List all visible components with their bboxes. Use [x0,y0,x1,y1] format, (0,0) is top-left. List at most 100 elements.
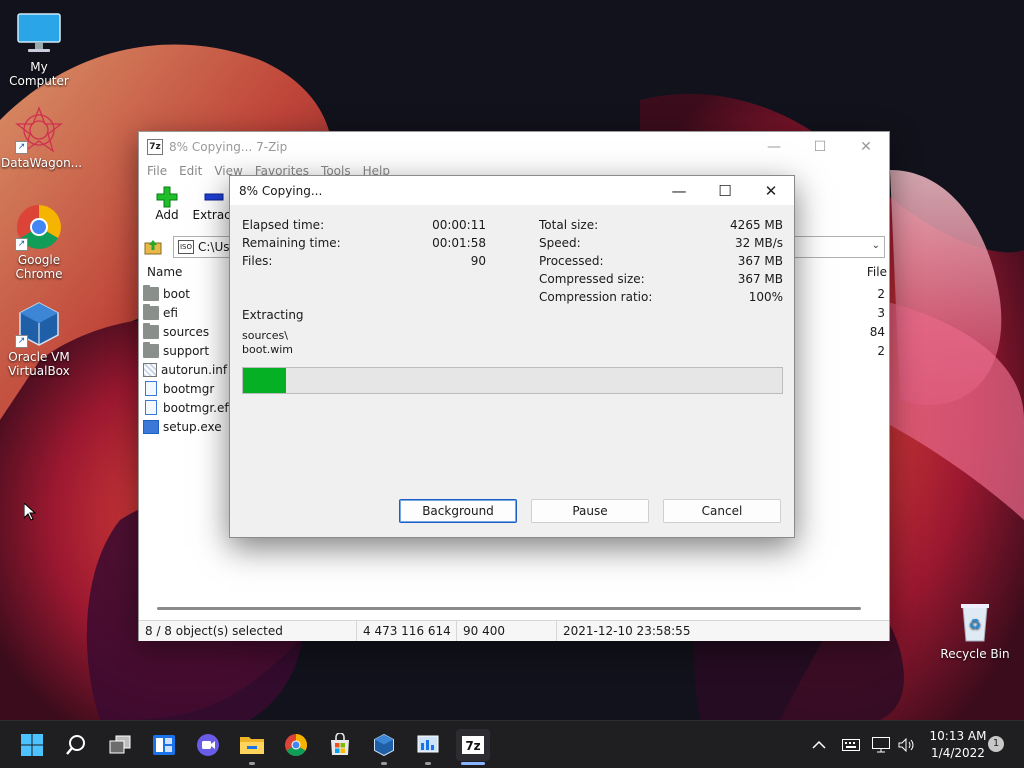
file-name: boot [163,286,191,301]
operation-label: Extracting [242,308,304,322]
remaining-label: Remaining time: [242,236,341,250]
cancel-button[interactable]: Cancel [663,499,781,523]
folder-up-icon[interactable] [143,237,163,257]
shortcut-arrow-icon: ↗ [15,335,28,348]
virtualbox-taskbar-button[interactable] [368,729,400,765]
file-name: autorun.inf [161,362,228,377]
running-indicator [381,762,387,765]
notification-badge[interactable]: 1 [988,736,1004,752]
show-hidden-icons-button[interactable] [812,721,826,768]
desktop-icon-my-computer[interactable]: My Computer [1,10,77,88]
network-icon [872,737,890,753]
background-button[interactable]: Background [399,499,517,523]
plus-icon [156,186,178,208]
current-path: sources\ [242,329,288,342]
speed-value: 32 MB/s [735,236,783,250]
current-file: sources\ boot.wim [242,329,293,357]
keyboard-button[interactable] [842,721,860,768]
processed-label: Processed: [539,254,604,268]
control-panel-icon [417,735,439,753]
elapsed-value: 00:00:11 [432,218,486,232]
running-indicator [425,762,431,765]
time-stats: Elapsed time: 00:00:11 Remaining time: 00:… [242,216,486,270]
datawagon-taskbar-button[interactable] [412,729,444,765]
chevron-down-icon[interactable]: ⌄ [872,240,880,251]
column-files[interactable]: File [867,265,887,279]
settings-file-icon [143,362,157,377]
status-bar: 8 / 8 object(s) selected 4 473 116 614 9… [139,620,889,641]
desktop-icon-label: Google Chrome [15,253,63,281]
dialog-close-button[interactable]: ✕ [748,176,794,205]
drive-icon: ISO [178,240,194,254]
minimize-button[interactable]: — [751,132,797,161]
svg-text:7z: 7z [465,739,480,753]
recycle-bin-icon: ♻ [951,597,999,645]
clock-time: 10:13 AM [929,729,987,743]
current-filename: boot.wim [242,343,294,356]
7zip-taskbar-button[interactable]: 7z [456,729,490,765]
pause-button[interactable]: Pause [531,499,649,523]
file-count: 2 [877,286,885,301]
file-name: bootmgr [163,381,215,396]
svg-text:♻: ♻ [969,617,982,633]
files-label: Files: [242,254,273,268]
file-icon [145,381,157,396]
file-name: sources [163,324,210,339]
dialog-titlebar[interactable]: 8% Copying... — ☐ ✕ [230,176,794,205]
maximize-button[interactable]: ☐ [797,132,843,161]
compressed-size-value: 367 MB [737,272,783,286]
file-name: bootmgr.efi [163,400,232,415]
dialog-minimize-button[interactable]: — [656,176,702,205]
desktop-icon-recycle-bin[interactable]: ♻ Recycle Bin [937,597,1013,661]
chat-button[interactable] [192,729,224,761]
compression-ratio-label: Compression ratio: [539,290,653,304]
store-icon [331,733,349,755]
file-count: 2 [877,343,885,358]
7zip-icon: 7z [462,736,484,754]
files-value: 90 [470,254,486,268]
keyboard-icon [842,739,860,751]
file-name: setup.exe [163,419,222,434]
folder-icon [143,341,159,358]
clock-date: 1/4/2022 [931,746,985,760]
desktop-icon-label: My Computer [9,60,69,88]
task-view-button[interactable] [104,729,136,761]
store-button[interactable] [324,729,356,761]
close-button[interactable]: ✕ [843,132,889,161]
copying-progress-dialog[interactable]: 8% Copying... — ☐ ✕ Elapsed time: 00:00:1… [229,175,795,538]
file-name: efi [163,305,178,320]
virtualbox-icon [374,733,394,757]
add-button[interactable]: Add [145,181,189,225]
desktop-icon-google-chrome[interactable]: ↗ Google Chrome [1,203,77,281]
horizontal-scrollbar[interactable] [157,607,861,610]
menu-file[interactable]: File [147,164,167,178]
menu-edit[interactable]: Edit [179,164,202,178]
clock[interactable]: 10:13 AM 1/4/2022 [926,728,990,762]
desktop-icon-label: Recycle Bin [940,647,1010,661]
dialog-title: 8% Copying... [239,183,323,198]
elapsed-label: Elapsed time: [242,218,325,232]
task-view-icon [109,735,131,754]
dialog-maximize-button[interactable]: ☐ [702,176,748,205]
progress-bar [242,367,783,394]
status-size: 4 473 116 614 [357,621,457,641]
search-icon [66,735,85,755]
progress-bar-fill [243,368,287,393]
search-button[interactable] [60,729,92,761]
total-size-label: Total size: [539,218,599,232]
main-window-titlebar[interactable]: 7z 8% Copying... 7-Zip — ☐ ✕ [139,132,889,161]
widgets-icon [153,735,175,755]
volume-button[interactable] [898,721,916,768]
taskbar: 7z 10:13 AM 1/4/2022 [0,720,1024,768]
chrome-taskbar-button[interactable] [280,729,312,761]
file-count: 84 [869,324,885,339]
start-button[interactable] [16,729,48,761]
file-explorer-icon [240,737,264,754]
widgets-button[interactable] [148,729,180,761]
total-size-value: 4265 MB [730,218,783,232]
desktop-icon-label: DataWagon... [1,156,83,170]
desktop-icon-virtualbox[interactable]: ↗ Oracle VM VirtualBox [1,300,77,378]
network-button[interactable] [872,721,890,768]
desktop-icon-datawagon[interactable]: ↗ DataWagon... [1,106,83,170]
file-explorer-button[interactable] [236,729,268,765]
